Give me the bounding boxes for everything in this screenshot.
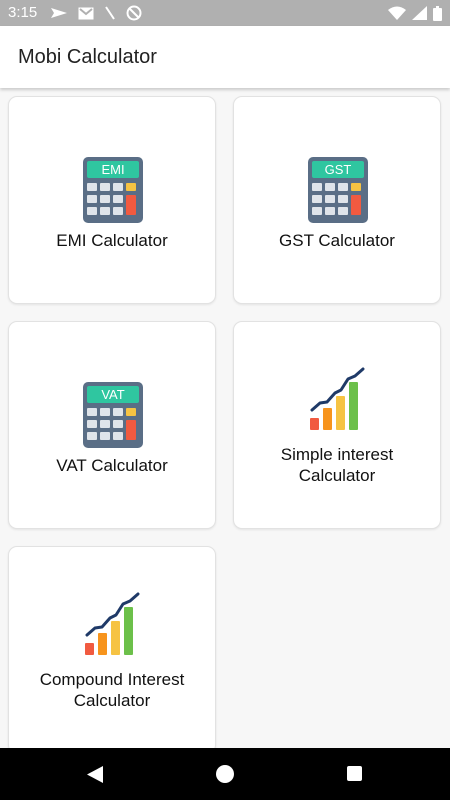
calculator-icon: EMI xyxy=(83,157,143,223)
wifi-icon xyxy=(388,6,406,20)
battery-icon xyxy=(433,5,442,21)
send-icon xyxy=(51,8,67,18)
vat-calculator-card[interactable]: VAT VAT Calculator xyxy=(8,321,216,529)
recents-button[interactable] xyxy=(347,766,362,781)
card-title: GST Calculator xyxy=(279,231,395,250)
card-title: Simple interest Calculator xyxy=(240,444,434,486)
cell-signal-icon xyxy=(412,6,427,20)
card-title-line: Calculator xyxy=(73,691,151,710)
card-title-line: Calculator xyxy=(298,466,376,485)
mail-icon xyxy=(78,7,94,19)
card-title-line: Simple interest xyxy=(280,445,394,464)
compound-interest-calculator-card[interactable]: Compound Interest Calculator xyxy=(8,546,216,748)
app-bar: Mobi Calculator xyxy=(0,26,450,88)
card-title: EMI Calculator xyxy=(56,231,168,250)
simple-interest-calculator-card[interactable]: Simple interest Calculator xyxy=(233,321,441,529)
status-bar: 3:15 xyxy=(0,0,450,26)
sync-off-icon xyxy=(126,5,142,21)
calculator-grid: EMI EMI Calculator GST GST Calculator VA… xyxy=(0,88,450,748)
notification-icons xyxy=(50,5,142,21)
gst-calculator-card[interactable]: GST GST Calculator xyxy=(233,96,441,304)
calculator-icon: GST xyxy=(308,157,368,223)
calculator-screen-text: EMI xyxy=(101,162,124,177)
back-button[interactable] xyxy=(86,765,104,784)
status-time: 3:15 xyxy=(8,4,38,21)
emi-calculator-card[interactable]: EMI EMI Calculator xyxy=(8,96,216,304)
home-button[interactable] xyxy=(216,765,234,783)
system-icons xyxy=(388,5,442,21)
calculator-screen-text: GST xyxy=(325,162,352,177)
calculator-screen-text: VAT xyxy=(101,387,124,402)
growth-chart-icon xyxy=(310,367,365,430)
slash-icon xyxy=(105,6,115,20)
calculator-icon: VAT xyxy=(83,382,143,448)
navigation-bar xyxy=(0,748,450,800)
card-title: Compound Interest Calculator xyxy=(15,669,209,711)
growth-chart-icon xyxy=(85,592,140,655)
card-title-line: Compound Interest xyxy=(39,670,185,689)
app-title: Mobi Calculator xyxy=(18,46,157,68)
card-title: VAT Calculator xyxy=(56,456,168,475)
